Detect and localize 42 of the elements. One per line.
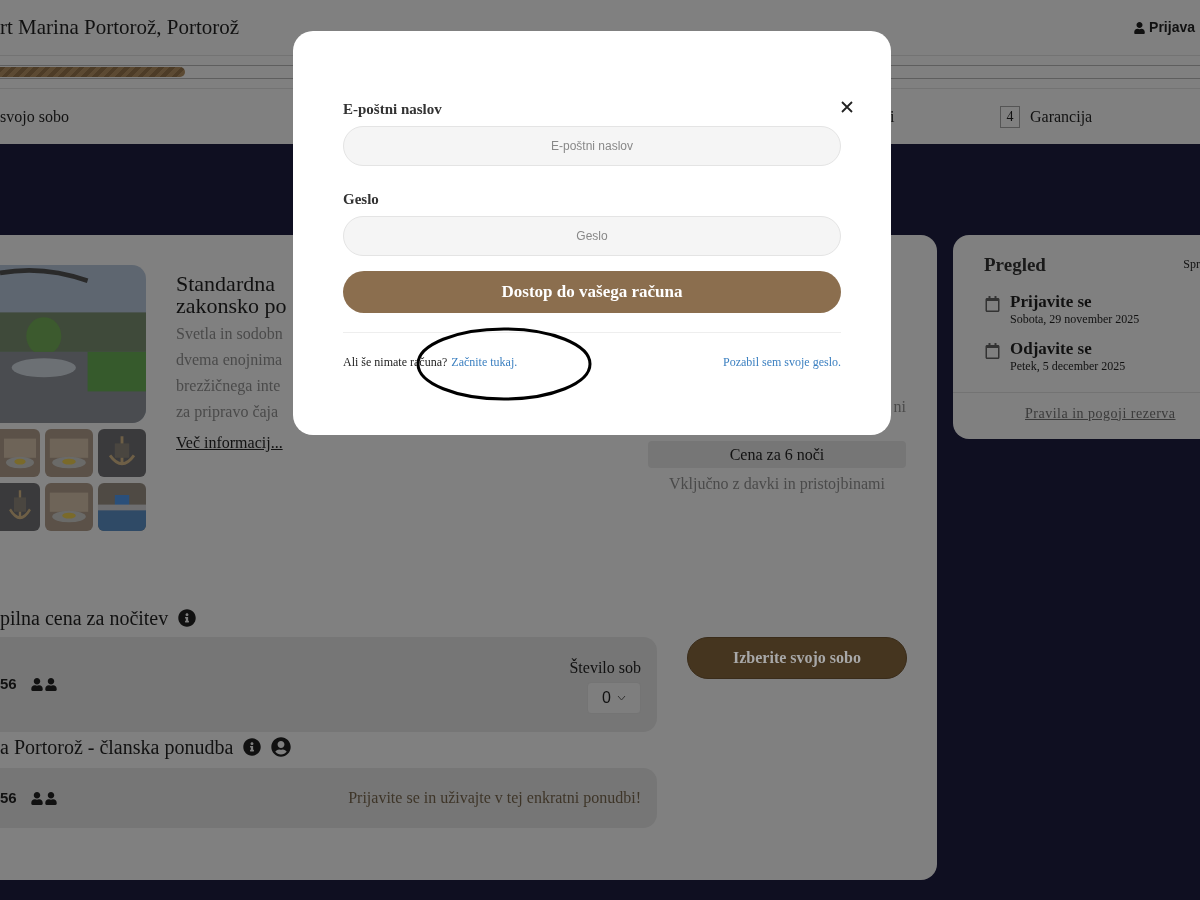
email-label: E-poštni naslov (343, 100, 443, 118)
calendar-icon (985, 342, 1000, 359)
login-button[interactable]: Dostop do vašega računa (343, 271, 841, 313)
info-icon[interactable] (178, 609, 197, 627)
password-field[interactable]: Geslo (343, 216, 841, 256)
summary-label: Odjavite se (1010, 338, 1093, 359)
close-icon[interactable] (840, 100, 854, 114)
rate-title: pilna cena za nočitev (0, 606, 169, 632)
summary-date: Petek, 5 december 2025 (1010, 358, 1126, 374)
chevron-down-icon (616, 694, 626, 701)
info-icon[interactable] (243, 738, 262, 756)
room-title-line: Standardna (176, 273, 275, 295)
calendar-icon (985, 295, 1000, 312)
room-title-line: zakonsko po (176, 295, 287, 317)
email-field[interactable]: E-poštni naslov (343, 126, 841, 166)
rooms-select[interactable]: 0 (587, 681, 641, 714)
edit-link[interactable]: Spr (1183, 251, 1200, 273)
signup-link[interactable]: Začnite tukaj. (451, 353, 518, 371)
step-tab[interactable]: Garancija (1030, 104, 1093, 129)
rate-price: 56 (0, 674, 17, 695)
select-room-button[interactable]: Izberite svojo sobo (687, 637, 907, 679)
terms-link[interactable]: Pravila in pogoji rezerva (1025, 405, 1176, 421)
guests-icon (30, 791, 57, 805)
guests-icon (30, 678, 57, 691)
account-icon[interactable] (271, 737, 292, 757)
summary-date: Sobota, 29 november 2025 (1010, 311, 1140, 327)
login-link[interactable]: Prijava (1134, 17, 1200, 38)
rate-title: a Portorož - članska ponudba (0, 735, 234, 761)
summary-label: Prijavite se (1010, 291, 1093, 312)
member-offer-note: Prijavite se in uživajte v tej enkratni ponudbi! (348, 788, 641, 809)
hotel-title: rt Marina Portorož, Portorož (0, 13, 240, 41)
password-label: Geslo (343, 190, 380, 208)
step-tab[interactable]: i (890, 104, 895, 129)
step-number: 4 (1000, 105, 1020, 128)
price-label: Cena za 6 noči (648, 441, 906, 468)
user-icon (1134, 21, 1146, 34)
forgot-password-link[interactable]: Pozabil sem svoje geslo. (723, 353, 841, 371)
more-info-link[interactable]: Več informacij... (176, 431, 476, 455)
summary-title: Pregled (984, 253, 1046, 277)
step-tab[interactable]: svojo sobo (0, 104, 69, 129)
rate-price: 56 (0, 787, 17, 808)
rooms-label: Število sob (569, 657, 641, 678)
